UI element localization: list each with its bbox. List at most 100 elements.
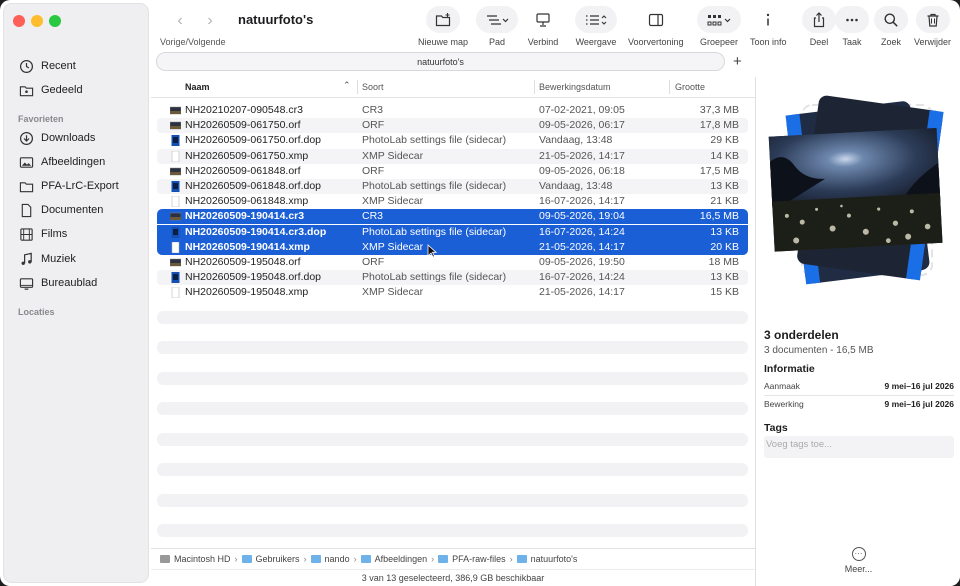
path-segment-label: PFA-raw-files xyxy=(452,553,506,564)
file-row[interactable]: NH20260509-190414.xmp XMP Sidecar 21-05-20… xyxy=(157,239,748,255)
zoom-window-button[interactable] xyxy=(49,15,61,27)
navigation-buttons: ‹ › xyxy=(167,9,223,33)
file-row[interactable]: NH20210207-090548.cr3 CR3 07-02-2021, 09:0… xyxy=(157,103,748,118)
search-label: Zoek xyxy=(880,37,901,47)
file-row[interactable]: NH20260509-061848.orf ORF 09-05-2026, 06:1… xyxy=(157,164,748,179)
file-name: NH20260509-190414.cr3 xyxy=(185,210,305,223)
path-button[interactable]: Pad xyxy=(476,6,518,47)
file-row[interactable]: NH20260509-061750.xmp XMP Sidecar 21-05-20… xyxy=(157,148,748,164)
file-name: NH20260509-061750.orf.dop xyxy=(185,134,322,147)
sidebar-item-pictures[interactable]: Afbeeldingen xyxy=(19,152,144,172)
forward-button[interactable]: › xyxy=(197,9,223,33)
raw-thumb-icon xyxy=(170,121,181,130)
file-row[interactable]: NH20260509-190414.cr3.dop PhotoLab settin… xyxy=(157,224,748,240)
new-folder-icon xyxy=(435,12,451,26)
close-window-button[interactable] xyxy=(13,15,25,27)
file-size: 13 KB xyxy=(710,180,739,192)
window-controls xyxy=(13,15,61,27)
file-size: 17,5 MB xyxy=(699,164,739,177)
desktop-icon xyxy=(19,277,34,290)
info-button[interactable]: Toon info xyxy=(750,6,787,47)
more-button[interactable]: ··· Meer... xyxy=(756,547,960,574)
new-folder-button[interactable]: Nieuwe map xyxy=(418,6,468,47)
file-size: 29 KB xyxy=(710,134,739,147)
path-segment[interactable]: nando xyxy=(310,554,350,564)
column-date[interactable]: Bewerkingsdatum xyxy=(539,82,611,92)
dop-file-icon xyxy=(171,135,180,147)
finder-window: Recent Gedeeld Favorieten Downloads Afbe… xyxy=(0,0,960,586)
sidebar-item-label: Documenten xyxy=(41,204,104,216)
chevron-right-icon: › xyxy=(431,553,435,564)
info-label: Toon info xyxy=(750,37,787,47)
path-segment[interactable]: PFA-raw-files xyxy=(438,554,506,564)
empty-row xyxy=(157,493,748,507)
file-name: NH20260509-061848.xmp xyxy=(185,195,309,208)
column-size[interactable]: Grootte xyxy=(675,82,705,92)
file-row[interactable]: NH20260509-061750.orf.dop PhotoLab settin… xyxy=(157,133,748,148)
task-button[interactable]: Taak xyxy=(835,6,869,47)
file-row[interactable]: NH20260509-061848.orf.dop PhotoLab settin… xyxy=(157,179,748,194)
column-name[interactable]: Naam xyxy=(185,82,210,92)
group-icon xyxy=(707,14,731,25)
selection-count: 3 onderdelen xyxy=(764,328,839,342)
file-row[interactable]: NH20260509-190414.cr3 CR3 09-05-2026, 19:0… xyxy=(157,209,748,225)
group-button[interactable]: Groepeer xyxy=(697,6,741,47)
raw-thumb-icon xyxy=(170,258,181,267)
sidebar-item-shared[interactable]: Gedeeld xyxy=(19,80,144,100)
sidebar-item-downloads[interactable]: Downloads xyxy=(19,128,144,148)
search-button[interactable]: Zoek xyxy=(874,6,908,47)
path-segment-label: natuurfoto's xyxy=(530,553,578,564)
sidebar-item-movies[interactable]: Films xyxy=(19,224,144,244)
xmp-file-icon xyxy=(171,150,180,162)
path-segment-label: Gebruikers xyxy=(255,553,300,564)
chevron-right-icon: › xyxy=(303,553,307,564)
file-row[interactable]: NH20260509-061848.xmp XMP Sidecar 16-07-20… xyxy=(157,194,748,209)
more-label: Meer... xyxy=(844,564,873,574)
disk-icon xyxy=(160,554,170,563)
empty-row xyxy=(157,341,748,355)
file-date: 07-02-2021, 09:05 xyxy=(539,104,625,116)
sidebar-item-recent[interactable]: Recent xyxy=(19,56,144,76)
dop-file-icon xyxy=(171,226,180,238)
sidebar-item-music[interactable]: Muziek xyxy=(19,249,144,269)
path-segment[interactable]: Gebruikers xyxy=(241,553,300,564)
view-button[interactable]: Weergave xyxy=(575,6,617,47)
path-segment[interactable]: Macintosh HD xyxy=(160,554,231,564)
file-row[interactable]: NH20260509-195048.xmp XMP Sidecar 21-05-20… xyxy=(157,285,748,300)
sidebar-item-desktop[interactable]: Bureaublad xyxy=(19,273,144,293)
file-row[interactable]: NH20260509-195048.orf ORF 09-05-2026, 19:5… xyxy=(157,255,748,270)
file-row[interactable]: NH20260509-061750.orf ORF 09-05-2026, 06:1… xyxy=(157,118,748,134)
xmp-file-icon xyxy=(171,241,180,253)
mouse-cursor-icon xyxy=(427,244,437,258)
file-row[interactable]: NH20260509-195048.orf.dop PhotoLab settin… xyxy=(157,270,748,286)
file-kind: CR3 xyxy=(362,210,384,223)
sidebar-item-pfa-lrc-export[interactable]: PFA-LrC-Export xyxy=(19,176,144,196)
share-button[interactable]: Deel xyxy=(802,6,836,47)
selection-summary: 3 documenten - 16,5 MB xyxy=(764,345,874,356)
file-size: 13 KB xyxy=(710,271,739,284)
preview-button[interactable]: Voorvertoning xyxy=(628,6,684,47)
chevron-right-icon: › xyxy=(234,553,238,564)
path-segment[interactable]: natuurfoto's xyxy=(516,553,578,564)
window-title: natuurfoto's xyxy=(238,12,314,27)
tags-header: Tags xyxy=(764,422,788,434)
folder-icon xyxy=(241,554,252,563)
minimize-window-button[interactable] xyxy=(31,15,43,27)
tags-input[interactable]: Voeg tags toe... xyxy=(764,436,954,458)
file-size: 13 KB xyxy=(710,225,739,238)
tab-natuurfotos[interactable]: natuurfoto's xyxy=(156,52,725,71)
column-kind[interactable]: Soort xyxy=(362,82,384,92)
back-button[interactable]: ‹ xyxy=(167,9,193,33)
photo-icon xyxy=(19,156,34,168)
file-kind: PhotoLab settings file (sidecar) xyxy=(362,271,507,284)
sidebar-item-documents[interactable]: Documenten xyxy=(19,200,144,220)
raw-thumb-icon xyxy=(170,213,181,221)
connect-button[interactable]: Verbind xyxy=(526,6,560,47)
file-kind: XMP Sidecar xyxy=(362,149,424,162)
created-label: Aanmaak xyxy=(764,381,800,391)
path-segment[interactable]: Afbeeldingen xyxy=(360,554,427,564)
delete-button[interactable]: Verwijder xyxy=(914,6,951,47)
share-label: Deel xyxy=(809,37,829,47)
sidebar-item-label: Muziek xyxy=(41,253,76,265)
add-tab-button[interactable]: + xyxy=(733,53,742,70)
